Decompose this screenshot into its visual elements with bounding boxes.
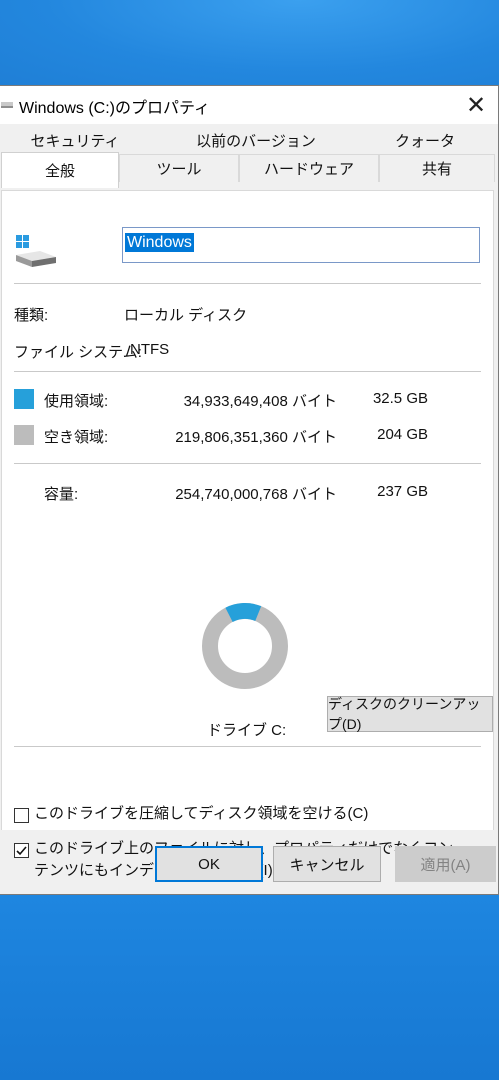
tab-sharing[interactable]: 共有 (379, 154, 495, 182)
volume-name-text: Windows (125, 233, 194, 252)
free-space-ring (202, 603, 288, 689)
desktop-background-bottom (0, 895, 499, 1080)
separator (14, 283, 481, 284)
drive-icon (1, 102, 13, 108)
tab-security[interactable]: セキュリティ (1, 126, 149, 154)
used-space-gb: 32.5 GB (372, 390, 428, 407)
used-space-swatch (14, 389, 34, 409)
file-system-label: ファイル システム: (14, 344, 142, 361)
separator (14, 463, 481, 464)
capacity-label: 容量: (44, 486, 79, 503)
tab-previous-versions[interactable]: 以前のバージョン (157, 126, 355, 154)
tab-hardware[interactable]: ハードウェア (239, 154, 379, 182)
free-space-swatch (14, 425, 34, 445)
ok-button[interactable]: OK (155, 846, 263, 882)
desktop-background-top (0, 0, 499, 85)
properties-dialog: Windows (C:)のプロパティ ✕ セキュリティ 以前のバージョン クォー… (0, 85, 499, 895)
hard-drive-icon (16, 235, 56, 267)
volume-name-input[interactable]: Windows (122, 227, 480, 263)
free-space-gb: 204 GB (377, 426, 428, 443)
disk-usage-donut-chart (202, 603, 288, 689)
free-space-label: 空き領域: (44, 429, 109, 446)
free-space-bytes: 219,806,351,360 バイト (175, 429, 337, 446)
drive-label: ドライブ C: (207, 722, 287, 739)
apply-button[interactable]: 適用(A) (395, 846, 496, 882)
disk-cleanup-button[interactable]: ディスクのクリーンアップ(D) (327, 696, 493, 732)
index-checkbox[interactable] (14, 843, 29, 858)
used-space-label: 使用領域: (44, 393, 109, 410)
compress-checkbox[interactable] (14, 808, 29, 823)
capacity-gb: 237 GB (377, 483, 428, 500)
window-title: Windows (C:)のプロパティ (19, 100, 211, 117)
close-icon: ✕ (465, 91, 487, 119)
tab-quota[interactable]: クォータ (355, 126, 495, 154)
compress-label[interactable]: このドライブを圧縮してディスク領域を空ける(C) (34, 803, 474, 825)
general-tab-panel: Windows 種類: ローカル ディスク ファイル システム: NTFS 使用… (1, 190, 494, 879)
checkmark-icon (16, 846, 27, 856)
separator (14, 746, 481, 747)
tab-general[interactable]: 全般 (1, 152, 119, 188)
close-button[interactable]: ✕ (454, 86, 498, 124)
file-system-value: NTFS (130, 341, 170, 358)
type-value: ローカル ディスク (124, 307, 248, 324)
used-space-bytes: 34,933,649,408 バイト (183, 393, 337, 410)
tab-tools[interactable]: ツール (119, 154, 239, 182)
tab-strip: セキュリティ 以前のバージョン クォータ 全般 ツール ハードウェア 共有 (0, 124, 498, 192)
cancel-button[interactable]: キャンセル (273, 846, 381, 882)
separator (14, 371, 481, 372)
type-label: 種類: (14, 307, 49, 324)
title-bar[interactable]: Windows (C:)のプロパティ ✕ (0, 86, 498, 124)
capacity-bytes: 254,740,000,768 バイト (175, 486, 337, 503)
